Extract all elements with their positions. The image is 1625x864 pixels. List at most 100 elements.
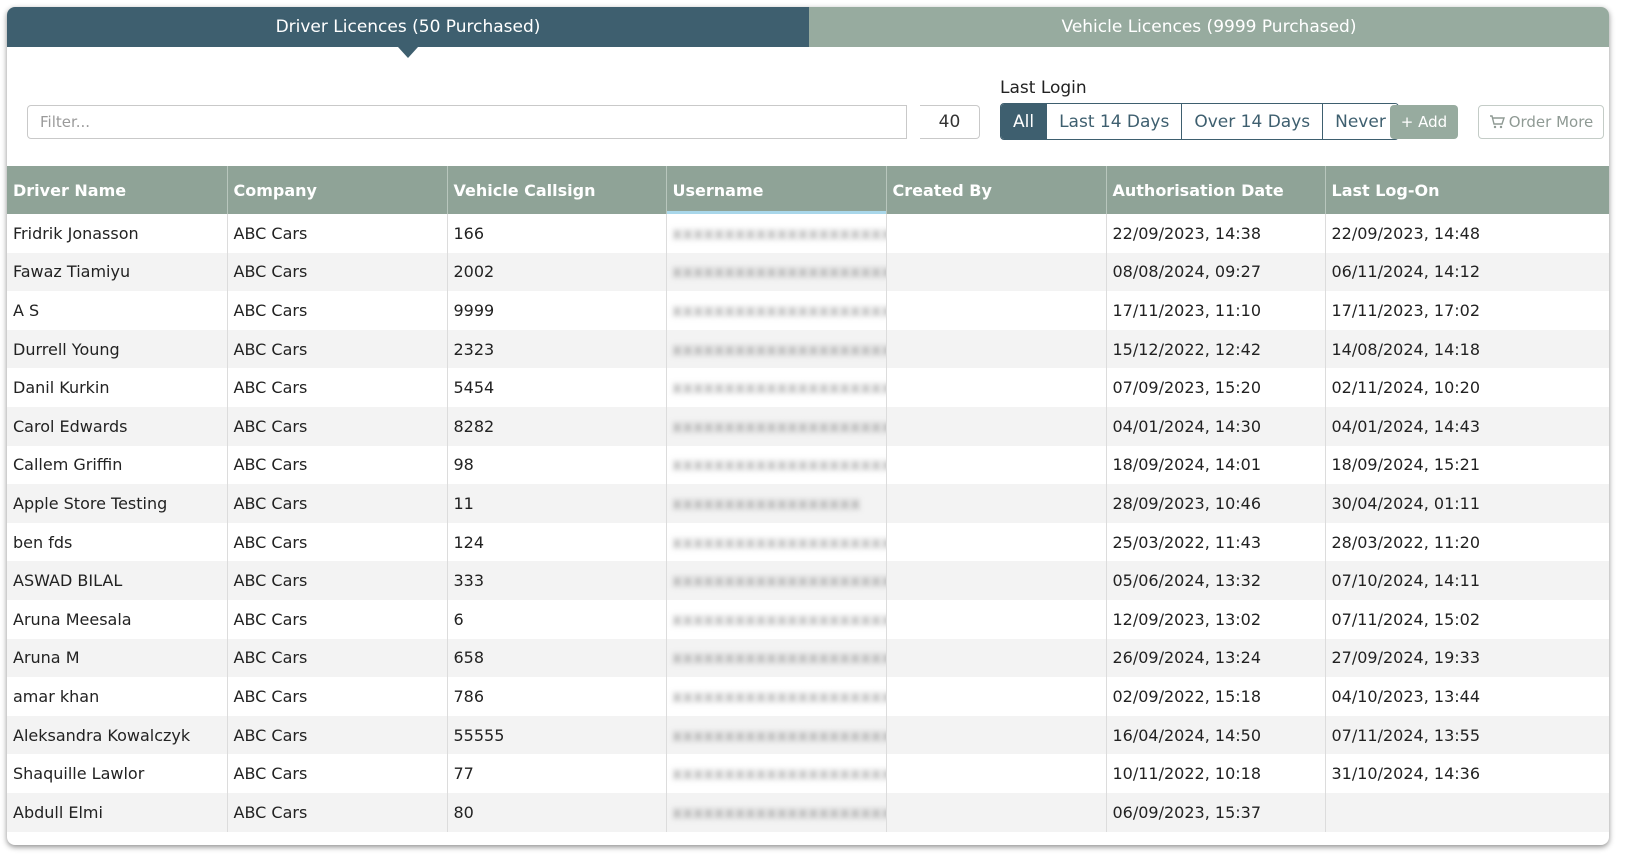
table-row[interactable]: ben fds ABC Cars 124 xxxxxxxxxxxxxxxxxxxxx 2…: [7, 522, 1609, 562]
table-row[interactable]: A S ABC Cars 9999 xxxxxxxxxxxxxxxxxxxxx 17/1…: [7, 291, 1609, 330]
table-row[interactable]: Fridrik Jonasson ABC Cars 166 xxxxxxxxxxxxx…: [7, 214, 1609, 253]
table-row[interactable]: Aruna Meesala ABC Cars 6 xxxxxxxxxxxxxxxxxx…: [7, 599, 1609, 639]
cell-username: xxxxxxxxxxxxxxxxxxxxx: [666, 715, 887, 755]
cell-username: xxxxxxxxxxxxxxxxxxxxx: [666, 754, 887, 793]
table-row[interactable]: Abdull Elmi ABC Cars 80 xxxxxxxxxxxxxxxxxxx…: [7, 792, 1609, 832]
cell-authorisation-date: 25/03/2022, 11:43: [1106, 522, 1326, 562]
redacted-username: xxxxxxxxxxxxxxxxxxxxx: [672, 648, 886, 668]
cell-vehicle-callsign: 11: [447, 484, 667, 523]
cell-company: ABC Cars: [227, 754, 448, 793]
cell-vehicle-callsign: 77: [447, 754, 667, 793]
cell-driver-name: Danil Kurkin: [7, 368, 228, 407]
cell-username: xxxxxxxxxxxxxxxxxxxxx: [666, 792, 887, 832]
cell-company: ABC Cars: [227, 445, 448, 485]
table-row[interactable]: Apple Store Testing ABC Cars 11 xxxxxxxxxxx…: [7, 484, 1609, 523]
cell-username: xxxxxxxxxxxxxxxxxxxxx: [666, 522, 887, 562]
cell-last-log-on: 31/10/2024, 14:36: [1325, 754, 1609, 793]
cell-driver-name: Durrell Young: [7, 329, 228, 369]
redacted-username: xxxxxxxxxxxxxxxxxxxxx: [672, 300, 886, 320]
cell-username: xxxxxxxxxxxxxxxxxxxxx: [666, 677, 887, 716]
cell-last-log-on: 07/10/2024, 14:11: [1325, 561, 1609, 600]
cell-company: ABC Cars: [227, 484, 448, 523]
cell-driver-name: ASWAD BILAL: [7, 561, 228, 600]
cell-vehicle-callsign: 658: [447, 638, 667, 678]
cell-created-by: [886, 406, 1107, 446]
cell-vehicle-callsign: 124: [447, 522, 667, 562]
column-header-authorisation-date[interactable]: Authorisation Date: [1106, 166, 1326, 214]
redacted-username: xxxxxxxxxxxxxxxxxxxxx: [672, 416, 886, 436]
cell-username: xxxxxxxxxxxxxxxxxxxxx: [666, 214, 887, 253]
last-login-all-button[interactable]: All: [1001, 104, 1047, 139]
add-button[interactable]: + Add: [1390, 105, 1458, 139]
cell-driver-name: Callem Griffin: [7, 445, 228, 485]
redacted-username: xxxxxxxxxxxxxxxxxx: [672, 493, 861, 513]
cell-driver-name: Apple Store Testing: [7, 484, 228, 523]
cell-last-log-on: 27/09/2024, 19:33: [1325, 638, 1609, 678]
cell-username: xxxxxxxxxxxxxxxxxxxxx: [666, 406, 887, 446]
cell-username: xxxxxxxxxxxxxxxxxxxxx: [666, 368, 887, 407]
table-row[interactable]: Fawaz Tiamiyu ABC Cars 2002 xxxxxxxxxxxxxxx…: [7, 252, 1609, 292]
drivers-table: Driver Name Company Vehicle Callsign Use…: [7, 166, 1609, 832]
cell-driver-name: Aruna Meesala: [7, 599, 228, 639]
table-row[interactable]: amar khan ABC Cars 786 xxxxxxxxxxxxxxxxxxxx…: [7, 677, 1609, 716]
last-login-filter-group: All Last 14 Days Over 14 Days Never: [1000, 103, 1399, 140]
table-body: Fridrik Jonasson ABC Cars 166 xxxxxxxxxxxxx…: [7, 214, 1609, 832]
table-row[interactable]: Callem Griffin ABC Cars 98 xxxxxxxxxxxxxxxx…: [7, 445, 1609, 485]
cell-last-log-on: [1325, 792, 1609, 832]
column-header-driver-name[interactable]: Driver Name: [7, 166, 228, 214]
table-row[interactable]: Durrell Young ABC Cars 2323 xxxxxxxxxxxxxxx…: [7, 329, 1609, 369]
redacted-username: xxxxxxxxxxxxxxxxxxxxx: [672, 725, 886, 745]
cell-vehicle-callsign: 8282: [447, 406, 667, 446]
order-more-button[interactable]: Order More: [1478, 105, 1604, 139]
cell-company: ABC Cars: [227, 792, 448, 832]
order-more-label: Order More: [1508, 113, 1594, 131]
cell-created-by: [886, 715, 1107, 755]
table-header-row: Driver Name Company Vehicle Callsign Use…: [7, 166, 1609, 214]
table-row[interactable]: Aruna M ABC Cars 658 xxxxxxxxxxxxxxxxxxxxx 2…: [7, 638, 1609, 678]
cell-driver-name: ben fds: [7, 522, 228, 562]
cell-company: ABC Cars: [227, 561, 448, 600]
column-header-company[interactable]: Company: [227, 166, 448, 214]
redacted-username: xxxxxxxxxxxxxxxxxxxxx: [672, 571, 886, 591]
cell-company: ABC Cars: [227, 252, 448, 292]
cell-company: ABC Cars: [227, 677, 448, 716]
column-header-created-by[interactable]: Created By: [886, 166, 1107, 214]
cell-created-by: [886, 445, 1107, 485]
table-row[interactable]: Shaquille Lawlor ABC Cars 77 xxxxxxxxxxxxxx…: [7, 754, 1609, 793]
tab-driver-licences[interactable]: Driver Licences (50 Purchased): [7, 7, 809, 58]
cell-last-log-on: 22/09/2023, 14:48: [1325, 214, 1609, 253]
last-login-never-button[interactable]: Never: [1322, 104, 1398, 139]
column-header-username[interactable]: Username: [666, 166, 887, 214]
cell-vehicle-callsign: 2002: [447, 252, 667, 292]
table-row[interactable]: Danil Kurkin ABC Cars 5454 xxxxxxxxxxxxxxxx…: [7, 368, 1609, 407]
table-row[interactable]: ASWAD BILAL ABC Cars 333 xxxxxxxxxxxxxxxxxx…: [7, 561, 1609, 600]
column-header-vehicle-callsign[interactable]: Vehicle Callsign: [447, 166, 667, 214]
cell-authorisation-date: 17/11/2023, 11:10: [1106, 291, 1326, 330]
cell-driver-name: Aruna M: [7, 638, 228, 678]
cell-authorisation-date: 02/09/2022, 15:18: [1106, 677, 1326, 716]
tab-vehicle-licences[interactable]: Vehicle Licences (9999 Purchased): [809, 7, 1609, 47]
redacted-username: xxxxxxxxxxxxxxxxxxxxx: [672, 223, 886, 243]
cell-driver-name: Aleksandra Kowalczyk: [7, 715, 228, 755]
table-row[interactable]: Carol Edwards ABC Cars 8282 xxxxxxxxxxxxxxx…: [7, 406, 1609, 446]
cell-vehicle-callsign: 80: [447, 792, 667, 832]
cell-authorisation-date: 22/09/2023, 14:38: [1106, 214, 1326, 253]
cell-username: xxxxxxxxxxxxxxxxxxxxx: [666, 329, 887, 369]
last-login-14-days-button[interactable]: Last 14 Days: [1046, 104, 1182, 139]
table-row[interactable]: Aleksandra Kowalczyk ABC Cars 55555 xxxxxxx…: [7, 715, 1609, 755]
cell-created-by: [886, 368, 1107, 407]
last-login-over-14-days-button[interactable]: Over 14 Days: [1181, 104, 1323, 139]
cell-company: ABC Cars: [227, 368, 448, 407]
column-header-last-log-on[interactable]: Last Log-On: [1325, 166, 1609, 214]
cell-username: xxxxxxxxxxxxxxxxxxxxx: [666, 561, 887, 600]
redacted-username: xxxxxxxxxxxxxxxxxxxxx: [672, 339, 886, 359]
cell-authorisation-date: 15/12/2022, 12:42: [1106, 329, 1326, 369]
redacted-username: xxxxxxxxxxxxxxxxxxxxx: [672, 378, 886, 398]
filter-input[interactable]: [27, 105, 907, 139]
cell-username: xxxxxxxxxxxxxxxxxxxxx: [666, 445, 887, 485]
cell-created-by: [886, 329, 1107, 369]
cell-driver-name: Fawaz Tiamiyu: [7, 252, 228, 292]
page-size-box[interactable]: 40: [920, 105, 980, 139]
cell-vehicle-callsign: 6: [447, 599, 667, 639]
cell-created-by: [886, 599, 1107, 639]
